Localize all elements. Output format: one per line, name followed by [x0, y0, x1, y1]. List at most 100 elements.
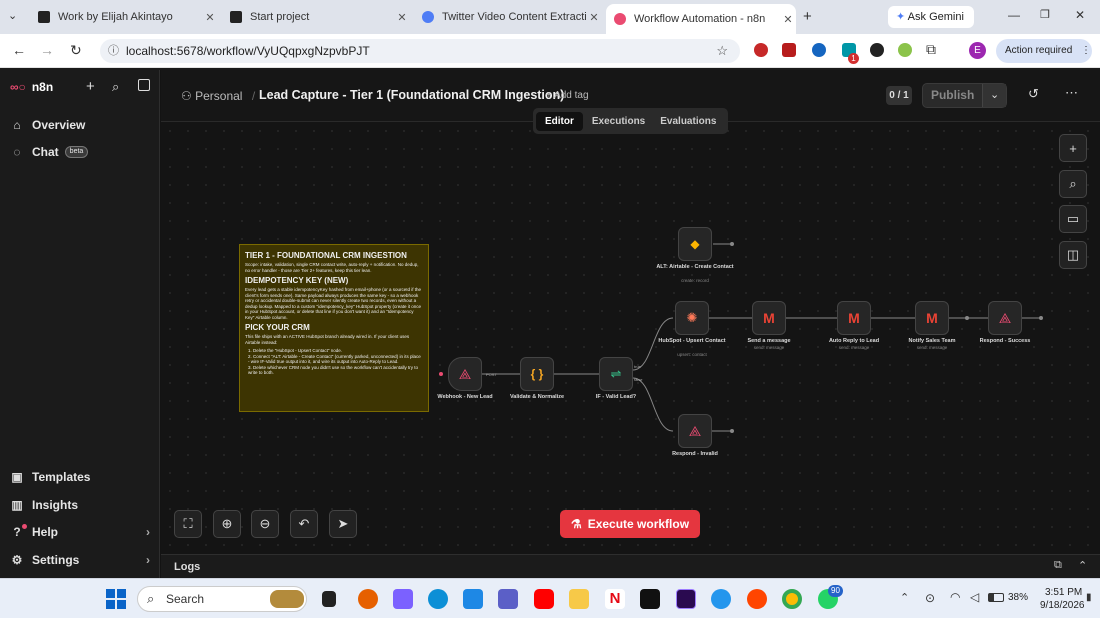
back-icon[interactable]: ← — [12, 42, 26, 58]
copilot-icon[interactable] — [393, 589, 413, 609]
tidy-up-button[interactable]: ➤ — [329, 510, 357, 538]
extension-icon[interactable] — [782, 43, 796, 57]
zoom-out-button[interactable]: ⊖ — [251, 510, 279, 538]
bookmark-star-icon[interactable]: ☆ — [716, 39, 728, 63]
home-icon: ⌂ — [13, 118, 21, 132]
sidebar-item-overview[interactable]: ⌂ Overview — [10, 118, 85, 132]
clock-time[interactable]: 3:51 PM — [1045, 587, 1082, 598]
zoom-in-button[interactable]: ⊕ — [213, 510, 241, 538]
store-icon[interactable] — [463, 589, 483, 609]
address-toolbar: ← → ↻ ⓘ localhost:5678/workflow/VyUQqpxg… — [0, 34, 1100, 68]
wifi-icon[interactable]: ◠ — [950, 590, 960, 604]
browser-tab-active[interactable]: Workflow Automation - n8n ✕ — [606, 4, 796, 34]
close-icon[interactable]: ✕ — [394, 11, 410, 24]
search-icon[interactable]: ⌕ — [112, 79, 119, 95]
notification-icon[interactable]: ▮ — [1086, 592, 1092, 603]
add-node-button[interactable]: + — [1059, 134, 1087, 162]
netflix-icon[interactable]: N — [605, 589, 625, 609]
n8n-logo[interactable]: ∞○ n8n — [10, 80, 53, 94]
node-auto-reply[interactable]: M — [837, 301, 871, 335]
logs-panel[interactable]: Logs ⧉ ⌃ — [161, 554, 1100, 578]
more-options-icon[interactable]: ⋯ — [1065, 85, 1078, 101]
browser-tab[interactable]: Work by Elijah Akintayo ✕ — [30, 5, 218, 29]
search-nodes-button[interactable]: ⌕ — [1059, 170, 1087, 198]
workflow-title[interactable]: Lead Capture - Tier 1 (Foundational CRM … — [259, 88, 564, 102]
chrome-icon[interactable] — [782, 589, 802, 609]
tray-app-icon[interactable]: ⊙ — [925, 591, 935, 605]
edge-icon[interactable] — [428, 589, 448, 609]
undo-button[interactable]: ↶ — [290, 510, 318, 538]
node-respond-invalid[interactable]: ⟁ — [678, 414, 712, 448]
minimize-icon[interactable]: — — [1008, 8, 1020, 22]
new-tab-button[interactable]: + — [803, 8, 812, 25]
node-validate[interactable]: { } — [520, 357, 554, 391]
extension-icon[interactable] — [754, 43, 768, 57]
sidebar-item-chat[interactable]: ◌ Chat beta — [10, 145, 89, 159]
chevron-up-icon[interactable]: ⌃ — [1078, 559, 1087, 572]
reload-icon[interactable]: ↻ — [70, 42, 82, 59]
close-icon[interactable]: ✕ — [780, 13, 796, 26]
chevron-up-icon[interactable]: ⌃ — [900, 591, 909, 604]
sidebar-item-templates[interactable]: ▣ Templates — [10, 470, 90, 484]
node-airtable[interactable]: ◆ — [678, 227, 712, 261]
action-required-button[interactable]: Action required ⋮ — [996, 39, 1092, 63]
profile-avatar[interactable]: E — [969, 42, 986, 59]
cloud-extension-icon[interactable] — [870, 43, 884, 57]
panel-toggle-button[interactable]: ◫ — [1059, 241, 1087, 269]
browser-tab[interactable]: Start project ✕ — [222, 5, 410, 29]
node-hubspot[interactable]: ✺ — [675, 301, 709, 335]
restore-icon[interactable]: ❐ — [1040, 8, 1050, 21]
battery-icon[interactable] — [988, 593, 1004, 602]
sidebar-item-insights[interactable]: ▥ Insights — [10, 498, 78, 512]
close-icon[interactable]: ✕ — [202, 11, 218, 24]
node-send-message[interactable]: M — [752, 301, 786, 335]
premiere-icon[interactable] — [676, 589, 696, 609]
sidebar-item-settings[interactable]: ⚙ Settings › — [10, 553, 150, 567]
firefox-icon[interactable] — [358, 589, 378, 609]
close-window-icon[interactable]: ✕ — [1075, 8, 1085, 22]
url-bar[interactable]: ⓘ localhost:5678/workflow/VyUQqpxgNzpvbP… — [100, 39, 740, 63]
popout-icon[interactable]: ⧉ — [1054, 559, 1062, 572]
add-tag-button[interactable]: + Add tag — [546, 90, 589, 101]
extension-icon[interactable] — [898, 43, 912, 57]
collapse-sidebar-icon[interactable] — [138, 79, 150, 91]
node-respond-success[interactable]: ⟁ — [988, 301, 1022, 335]
teams-icon[interactable] — [498, 589, 518, 609]
breadcrumb[interactable]: ⚇ Personal / — [181, 89, 261, 103]
ask-gemini-button[interactable]: ✦ Ask Gemini — [888, 6, 974, 28]
sticky-note-button[interactable]: ▭ — [1059, 205, 1087, 233]
close-icon[interactable]: ✕ — [586, 11, 602, 24]
extension-icon[interactable] — [812, 43, 826, 57]
puzzle-icon[interactable]: ⧉ — [926, 41, 936, 58]
history-icon[interactable]: ↺ — [1028, 86, 1039, 102]
chevron-down-icon[interactable]: ⌄ — [982, 84, 1006, 107]
node-label: Send a message — [747, 338, 791, 344]
forward-icon[interactable]: → — [40, 42, 54, 58]
workflow-canvas[interactable]: Editor Executions Evaluations TIER 1 - F… — [161, 108, 1100, 554]
plus-icon: + — [1069, 140, 1077, 156]
windows-start-icon[interactable] — [106, 589, 126, 609]
task-view-icon[interactable] — [322, 591, 336, 607]
browser-tab[interactable]: Twitter Video Content Extractio ✕ — [414, 5, 602, 29]
fit-view-button[interactable]: ⛶ — [174, 510, 202, 538]
taskbar-search[interactable]: ⌕ Search — [137, 586, 307, 612]
node-notify-sales[interactable]: M — [915, 301, 949, 335]
file-explorer-icon[interactable] — [569, 589, 589, 609]
add-icon[interactable]: + — [86, 78, 95, 95]
docker-icon[interactable] — [711, 589, 731, 609]
sidebar-item-help[interactable]: ? Help › — [10, 525, 150, 539]
execute-workflow-button[interactable]: ⚗ Execute workflow — [560, 510, 700, 538]
node-webhook[interactable]: ⟁ — [448, 357, 482, 391]
tab-list-chevron-icon[interactable]: ⌄ — [8, 9, 17, 22]
capcut-icon[interactable] — [640, 589, 660, 609]
reddit-icon[interactable] — [747, 589, 767, 609]
publish-button[interactable]: Publish ⌄ — [922, 83, 1007, 108]
layout-icon — [230, 11, 242, 23]
taskbar-search-label: Search — [166, 592, 205, 606]
clock-date[interactable]: 9/18/2026 — [1040, 600, 1085, 611]
youtube-icon[interactable] — [534, 589, 554, 609]
node-subtitle: create: record — [681, 278, 709, 283]
node-if[interactable]: ⇌ — [599, 357, 633, 391]
volume-icon[interactable]: ◁ — [970, 590, 979, 604]
site-info-icon[interactable]: ⓘ — [108, 39, 119, 63]
